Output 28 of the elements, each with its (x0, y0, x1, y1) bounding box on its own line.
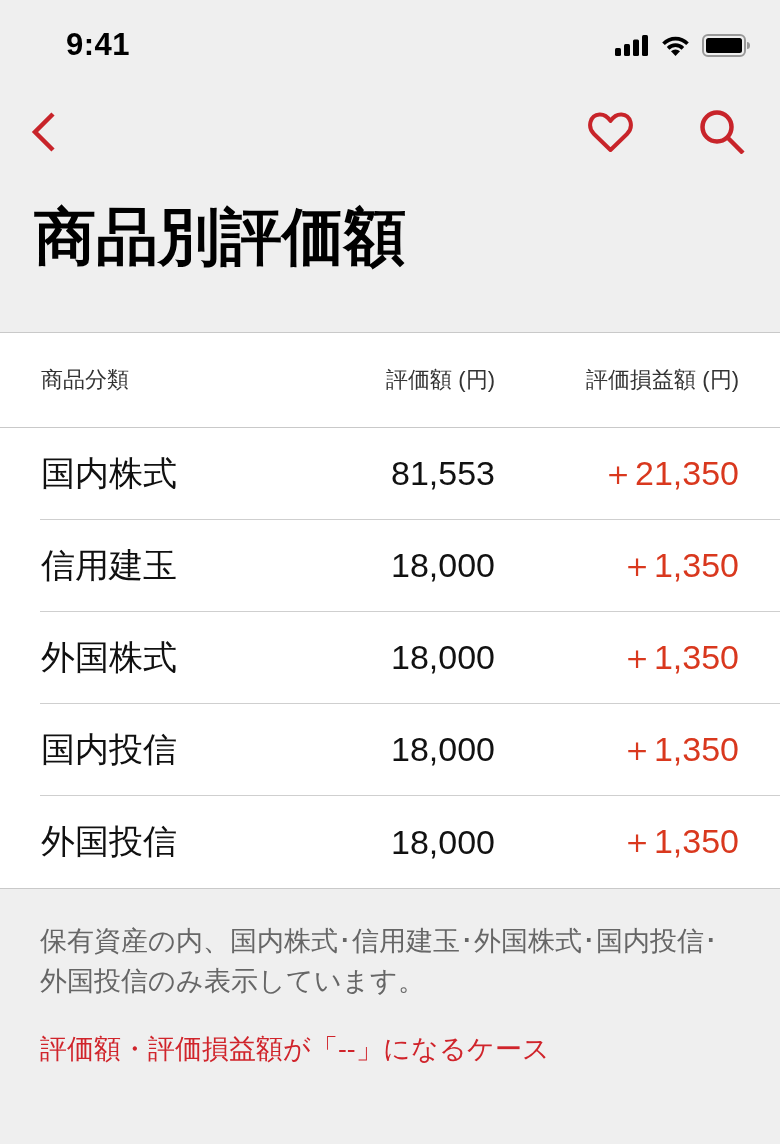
chevron-left-icon[interactable] (31, 112, 57, 152)
note-text: 保有資産の内、国内株式･信用建玉･外国株式･国内投信･外国投信のみ表示しています。 (40, 925, 719, 998)
column-header: 商品分類 (41, 366, 129, 394)
table-cell: 18,000 (391, 638, 495, 677)
table-cell-text: ＋21,350 (601, 452, 739, 494)
table-cell-text: ＋1,350 (619, 636, 739, 678)
table-cell-text: ＋1,350 (619, 728, 739, 770)
help-link[interactable]: 評価額・評価損益額が「--」になるケース (40, 1029, 550, 1069)
wifi-icon (660, 34, 691, 56)
table-cell-text: ＋1,350 (619, 544, 739, 586)
page-title: 商品別評価額 (34, 201, 406, 273)
table-cell: 18,000 (391, 730, 495, 769)
heart-icon[interactable] (588, 111, 633, 153)
column-header: 評価額 (円) (386, 366, 495, 394)
table-cell-text: 外国投信 (41, 821, 177, 862)
table-cell-text: ＋1,350 (619, 821, 739, 862)
battery-icon (702, 33, 750, 57)
table-cell-text: 国内株式 (41, 452, 177, 494)
search-icon[interactable] (700, 110, 745, 154)
signal-icon (615, 34, 649, 56)
table-cell-text: 国内投信 (41, 728, 177, 770)
table-cell: 18,000 (391, 546, 495, 585)
column-header: 評価損益額 (円) (586, 366, 739, 394)
table-cell-text: 信用建玉 (41, 544, 177, 586)
table-cell-text: 外国株式 (41, 636, 177, 678)
status-time: 9:41 (66, 27, 131, 63)
table-cell: 18,000 (391, 822, 495, 862)
table-cell: 81,553 (391, 454, 495, 493)
